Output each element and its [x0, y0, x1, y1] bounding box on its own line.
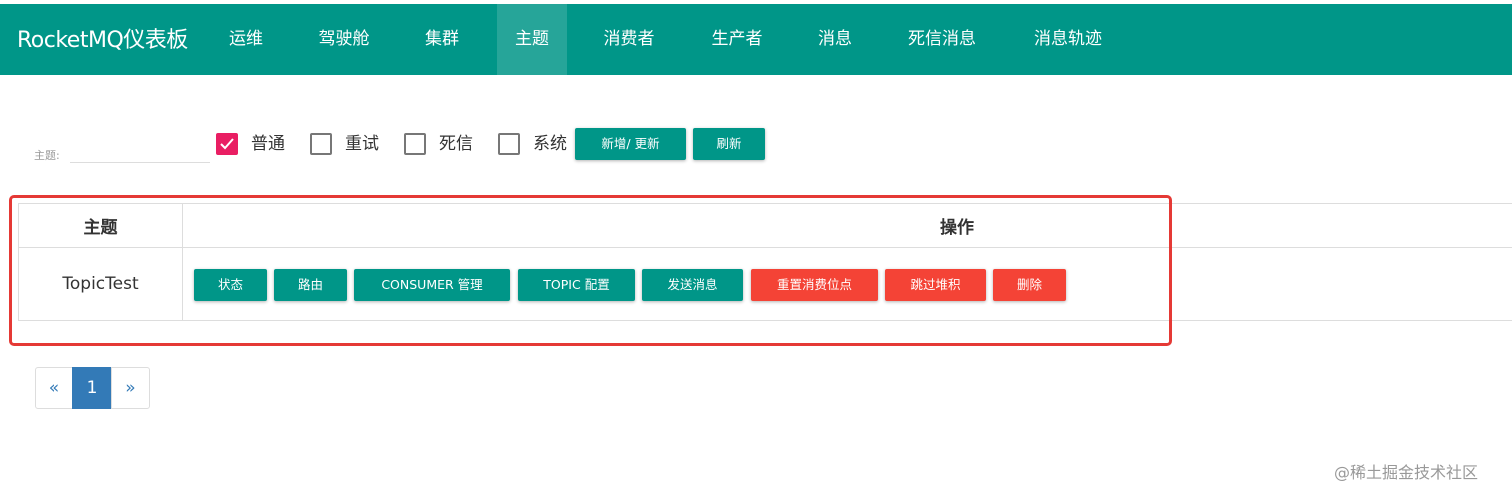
watermark: @稀土掘金技术社区 [1334, 463, 1479, 482]
app-brand[interactable]: RocketMQ仪表板 [17, 22, 188, 54]
topic-filter-label: 主题: [34, 149, 60, 162]
checkbox-normal-label: 普通 [251, 134, 285, 154]
checkbox-dlq-label: 死信 [439, 134, 473, 154]
nav-item-producer[interactable]: 生产者 [697, 4, 777, 75]
nav-item-message[interactable]: 消息 [804, 4, 866, 75]
checkbox-system[interactable] [498, 133, 520, 155]
checkbox-normal[interactable] [216, 133, 238, 155]
nav-item-dlq-message[interactable]: 死信消息 [893, 4, 991, 75]
nav-item-consumer[interactable]: 消费者 [589, 4, 669, 75]
checkbox-retry[interactable] [310, 133, 332, 155]
nav-item-ops[interactable]: 运维 [214, 4, 278, 75]
highlight-box [9, 195, 1172, 346]
nav-item-message-trace[interactable]: 消息轨迹 [1018, 4, 1118, 75]
top-navbar: RocketMQ仪表板 运维 驾驶舱 集群 主题 消费者 生产者 消息 死信消息… [0, 4, 1512, 75]
pagination-prev[interactable]: « [35, 367, 73, 409]
nav-item-cockpit[interactable]: 驾驶舱 [304, 4, 384, 75]
pagination-next[interactable]: » [111, 367, 150, 409]
checkbox-retry-label: 重试 [345, 134, 379, 154]
refresh-button[interactable]: 刷新 [693, 128, 765, 160]
topic-filter-input[interactable] [70, 138, 210, 163]
add-update-button[interactable]: 新增/ 更新 [575, 128, 686, 160]
pagination-page-1[interactable]: 1 [72, 367, 112, 409]
checkbox-dlq[interactable] [404, 133, 426, 155]
nav-item-cluster[interactable]: 集群 [410, 4, 474, 75]
checkmark-icon [220, 138, 234, 150]
nav-item-topic[interactable]: 主题 [497, 4, 567, 75]
checkbox-system-label: 系统 [533, 134, 567, 154]
